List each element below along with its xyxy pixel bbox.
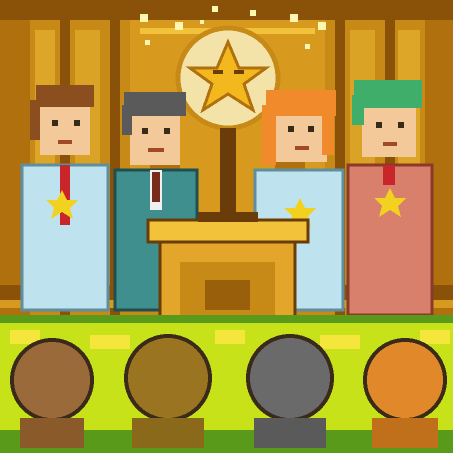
audience-head-4 bbox=[363, 338, 447, 422]
audience-head-2 bbox=[124, 334, 212, 422]
audience-head-1 bbox=[10, 338, 94, 422]
game-scene bbox=[0, 0, 453, 453]
audience-head-3 bbox=[246, 334, 334, 422]
